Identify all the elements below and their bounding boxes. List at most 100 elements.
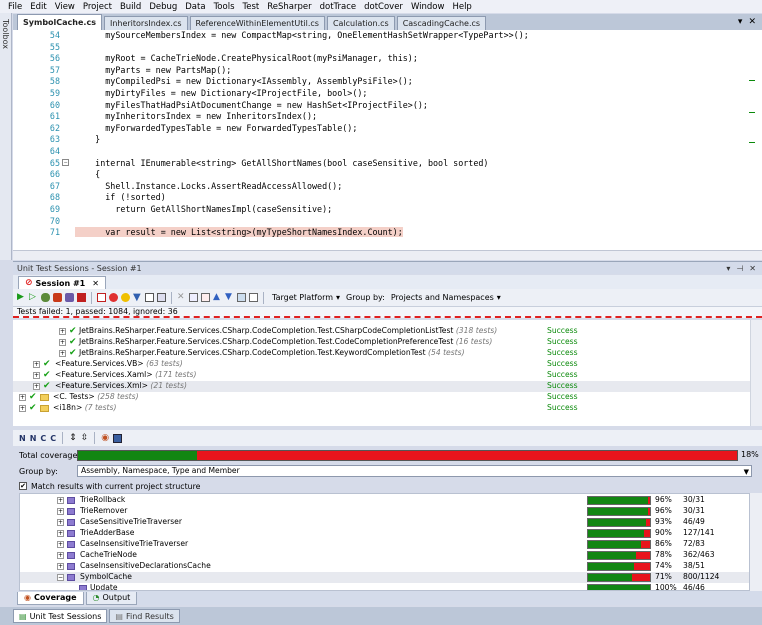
coverage-c-next-icon[interactable]: C	[50, 434, 56, 443]
export-icon[interactable]	[249, 293, 258, 302]
tree-row[interactable]: + ✔ <C. Tests> (258 tests) Success	[13, 392, 750, 403]
layout-icon[interactable]	[237, 293, 246, 302]
menu-help[interactable]: Help	[452, 2, 471, 12]
coverage-row[interactable]: + CaseSensitiveTrieTraverser 93% 46/49	[20, 517, 749, 528]
doc-tab-referencewithinelementutil[interactable]: ReferenceWithinElementUtil.cs	[189, 16, 325, 30]
navigate-icon[interactable]: N	[19, 434, 26, 443]
stop-icon[interactable]	[77, 293, 86, 302]
toolbox-panel[interactable]: Toolbox	[0, 13, 12, 260]
run-icon[interactable]: ▷	[29, 293, 38, 302]
menu-test[interactable]: Test	[243, 2, 260, 12]
tree-row[interactable]: + ✔ <i18n> (7 tests) Success	[13, 403, 750, 414]
expand-icon[interactable]: +	[57, 497, 64, 504]
tree-row-selected[interactable]: + ✔ <Feature.Services.Xml> (21 tests) Su…	[13, 381, 750, 392]
menu-data[interactable]: Data	[185, 2, 205, 12]
window-position-icon[interactable]: ▾	[726, 264, 730, 273]
expand-icon[interactable]: +	[33, 383, 40, 390]
editor-horizontal-scrollbar[interactable]	[13, 250, 762, 260]
profile-icon[interactable]	[65, 293, 74, 302]
tree-row[interactable]: + ✔ <Feature.Services.Xaml> (171 tests) …	[13, 370, 750, 381]
expand-icon[interactable]: +	[19, 394, 26, 401]
match-results-checkbox[interactable]: ✔	[19, 482, 27, 490]
session-tab[interactable]: ⊘ Session #1 ✕	[18, 276, 106, 289]
doc-tab-cascadingcache[interactable]: CascadingCache.cs	[396, 16, 487, 30]
coverage-tree[interactable]: + TrieRollback 96% 30/31 + TrieRemover 96% 30/3…	[19, 493, 750, 591]
fold-collapse-icon[interactable]: −	[62, 159, 69, 166]
collapse-all-icon[interactable]	[157, 293, 166, 302]
target-platform-dropdown[interactable]: Target Platform	[272, 293, 333, 302]
menu-edit[interactable]: Edit	[30, 2, 46, 12]
paste-icon[interactable]	[201, 293, 210, 302]
navigate-next-icon[interactable]: N	[30, 434, 37, 443]
expand-icon[interactable]: +	[57, 530, 64, 537]
show-output-icon[interactable]	[97, 293, 106, 302]
chevron-down-icon[interactable]: ▼	[744, 467, 749, 477]
chevron-down-icon[interactable]: ▾	[497, 293, 501, 302]
menu-resharper[interactable]: ReSharper	[267, 2, 311, 12]
coverage-row[interactable]: + TrieRollback 96% 30/31	[20, 495, 749, 506]
test-tree[interactable]: + ✔ JetBrains.ReSharper.Feature.Services…	[13, 320, 750, 426]
close-document-icon[interactable]: ✕	[748, 17, 756, 27]
expand-icon[interactable]: +	[59, 350, 66, 357]
menu-dottrace[interactable]: dotTrace	[320, 2, 356, 12]
window-tab-unit-test-sessions[interactable]: ▤ Unit Test Sessions	[13, 609, 108, 623]
highlight-icon[interactable]: ◉	[101, 433, 109, 443]
chevron-down-icon[interactable]: ▾	[336, 293, 340, 302]
coverage-row[interactable]: + CaseInsensitiveTrieTraverser 86% 72/83	[20, 539, 749, 550]
error-stripe-marker[interactable]	[749, 142, 755, 143]
show-failed-icon[interactable]	[109, 293, 118, 302]
coverage-group-by-select[interactable]: Assembly, Namespace, Type and Member ▼	[77, 465, 752, 477]
menu-view[interactable]: View	[55, 2, 75, 12]
remove-icon[interactable]: ✕	[177, 293, 186, 302]
close-icon[interactable]: ✕	[749, 264, 756, 273]
save-icon[interactable]	[113, 433, 123, 443]
debug-icon[interactable]	[41, 293, 50, 302]
tree-row[interactable]: + ✔ JetBrains.ReSharper.Feature.Services…	[13, 337, 750, 348]
coverage-tree-scrollbar[interactable]	[750, 493, 762, 591]
group-by-dropdown[interactable]: Projects and Namespaces	[391, 293, 494, 302]
move-down-icon[interactable]: ▼	[225, 293, 234, 302]
collapse-icon[interactable]: −	[57, 574, 64, 581]
tree-row[interactable]: + ✔ JetBrains.ReSharper.Feature.Services…	[13, 348, 750, 359]
copy-icon[interactable]	[189, 293, 198, 302]
run-all-icon[interactable]: ▶	[17, 293, 26, 302]
error-stripe-marker[interactable]	[749, 112, 755, 113]
expand-icon[interactable]: +	[57, 519, 64, 526]
code-editor[interactable]: 54 mySourceMembersIndex = new CompactMap…	[13, 30, 762, 250]
expand-icon[interactable]: +	[59, 328, 66, 335]
tree-row[interactable]: + ✔ JetBrains.ReSharper.Feature.Services…	[13, 326, 750, 337]
show-ignored-icon[interactable]	[121, 293, 130, 302]
menu-window[interactable]: Window	[411, 2, 445, 12]
menu-debug[interactable]: Debug	[149, 2, 177, 12]
tab-list-dropdown-icon[interactable]: ▾	[738, 17, 743, 27]
coverage-row[interactable]: + TrieAdderBase 90% 127/141	[20, 528, 749, 539]
tab-output[interactable]: ◔ Output	[85, 591, 138, 605]
expand-icon[interactable]: +	[59, 339, 66, 346]
move-up-icon[interactable]: ▲	[213, 293, 222, 302]
coverage-row-selected[interactable]: − SymbolCache 71% 800/1124	[20, 572, 749, 583]
expand-all-icon[interactable]	[145, 293, 154, 302]
close-session-icon[interactable]: ✕	[92, 279, 99, 288]
window-tab-find-results[interactable]: ▤ Find Results	[109, 609, 180, 623]
collapse-all-icon[interactable]: ⇳	[81, 433, 89, 443]
menu-dotcover[interactable]: dotCover	[364, 2, 403, 12]
pin-icon[interactable]: ⊣	[736, 264, 743, 273]
menu-build[interactable]: Build	[120, 2, 141, 12]
expand-icon[interactable]: +	[57, 563, 64, 570]
expand-icon[interactable]: +	[57, 552, 64, 559]
doc-tab-inheritorsindex[interactable]: InheritorsIndex.cs	[103, 16, 188, 30]
coverage-row[interactable]: + TrieRemover 96% 30/31	[20, 506, 749, 517]
test-tree-scrollbar[interactable]	[750, 320, 762, 426]
coverage-c-icon[interactable]: C	[40, 434, 46, 443]
filter-icon[interactable]: ▼	[133, 293, 142, 303]
expand-all-icon[interactable]: ⇕	[69, 433, 77, 443]
coverage-row[interactable]: + CaseInsensitiveDeclarationsCache 74% 38/5…	[20, 561, 749, 572]
menu-tools[interactable]: Tools	[214, 2, 235, 12]
doc-tab-calculation[interactable]: Calculation.cs	[326, 16, 395, 30]
expand-icon[interactable]: +	[33, 372, 40, 379]
cover-icon[interactable]	[53, 293, 62, 302]
doc-tab-symbolcache[interactable]: SymbolCache.cs	[17, 14, 102, 30]
coverage-row[interactable]: + CacheTrieNode 78% 362/463	[20, 550, 749, 561]
tab-coverage[interactable]: ◉ Coverage	[17, 591, 84, 605]
expand-icon[interactable]: +	[57, 508, 64, 515]
